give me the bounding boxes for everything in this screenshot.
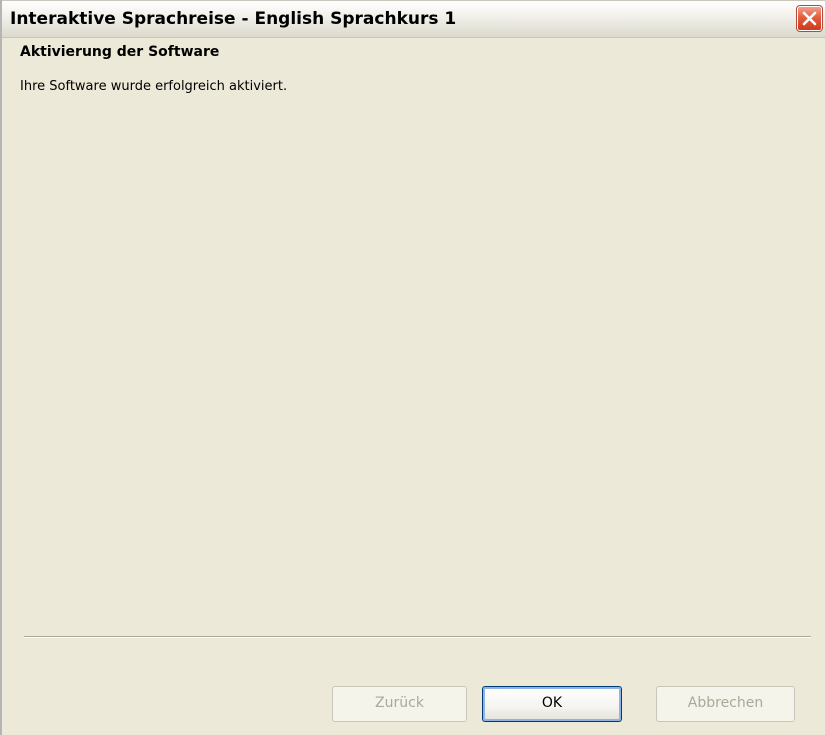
- footer-separator: [24, 636, 811, 638]
- page-heading: Aktivierung der Software: [20, 44, 220, 60]
- window-title: Interaktive Sprachreise - English Sprach…: [10, 9, 457, 29]
- dialog-window: Interaktive Sprachreise - English Sprach…: [0, 0, 825, 735]
- back-button[interactable]: Zurück: [332, 686, 467, 722]
- title-bar[interactable]: Interaktive Sprachreise - English Sprach…: [2, 0, 825, 38]
- ok-button[interactable]: OK: [482, 686, 622, 722]
- close-button[interactable]: [796, 5, 823, 32]
- close-icon: [802, 11, 817, 26]
- cancel-button[interactable]: Abbrechen: [656, 686, 795, 722]
- status-message: Ihre Software wurde erfolgreich aktivier…: [20, 79, 288, 94]
- dialog-content: [2, 38, 825, 735]
